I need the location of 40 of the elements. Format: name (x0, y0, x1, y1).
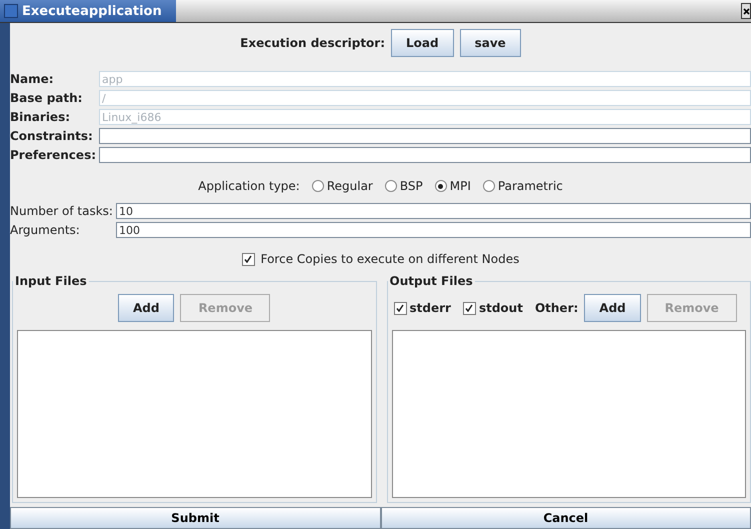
input-field[interactable] (99, 128, 751, 144)
panel-title: Input Files (14, 274, 88, 288)
close-button[interactable] (741, 3, 751, 19)
window-icon (4, 4, 18, 18)
input-field[interactable] (99, 147, 751, 163)
checkbox-label: stderr (410, 301, 451, 315)
input-field[interactable]: 100 (116, 222, 751, 238)
action-button[interactable]: save (460, 29, 521, 57)
close-icon (742, 8, 750, 14)
action-button[interactable]: Add (118, 294, 174, 322)
panel-title: Output Files (388, 274, 474, 288)
radio-button[interactable] (434, 180, 447, 192)
checkbox-label: Force Copies to execute on different Nodes (260, 252, 520, 266)
field-label: Base path: (10, 91, 84, 105)
radio-label: MPI (450, 179, 471, 193)
descriptor-label: Execution descriptor: (240, 36, 386, 50)
action-button[interactable]: Add (584, 294, 641, 322)
footer-button[interactable]: Cancel (380, 507, 751, 529)
checkbox[interactable] (242, 252, 255, 266)
field-label: Preferences: (10, 148, 96, 162)
field-label: Binaries: (10, 110, 72, 124)
footer-button[interactable]: Submit (10, 507, 380, 529)
field-label: Number of tasks: (10, 204, 113, 218)
radio-button[interactable] (312, 180, 324, 192)
radio-button[interactable] (384, 180, 397, 192)
checkbox[interactable] (462, 302, 476, 314)
radio-label: Regular (326, 179, 373, 193)
application-type-label: Application type: (198, 179, 300, 193)
field-label: Constraints: (10, 129, 94, 143)
radio-label: Parametric (498, 179, 563, 193)
checkbox-label: stdout (478, 301, 523, 315)
field-label: Name: (10, 72, 55, 86)
field-label: Arguments: (10, 223, 81, 237)
window-title: Executeapplication (22, 4, 162, 18)
action-button[interactable]: Load (391, 29, 454, 57)
other-label: Other: (534, 301, 578, 315)
radio-button[interactable] (482, 180, 495, 192)
checkbox[interactable] (394, 302, 406, 314)
radio-label: BSP (400, 179, 423, 193)
input-field[interactable]: 10 (116, 203, 751, 219)
